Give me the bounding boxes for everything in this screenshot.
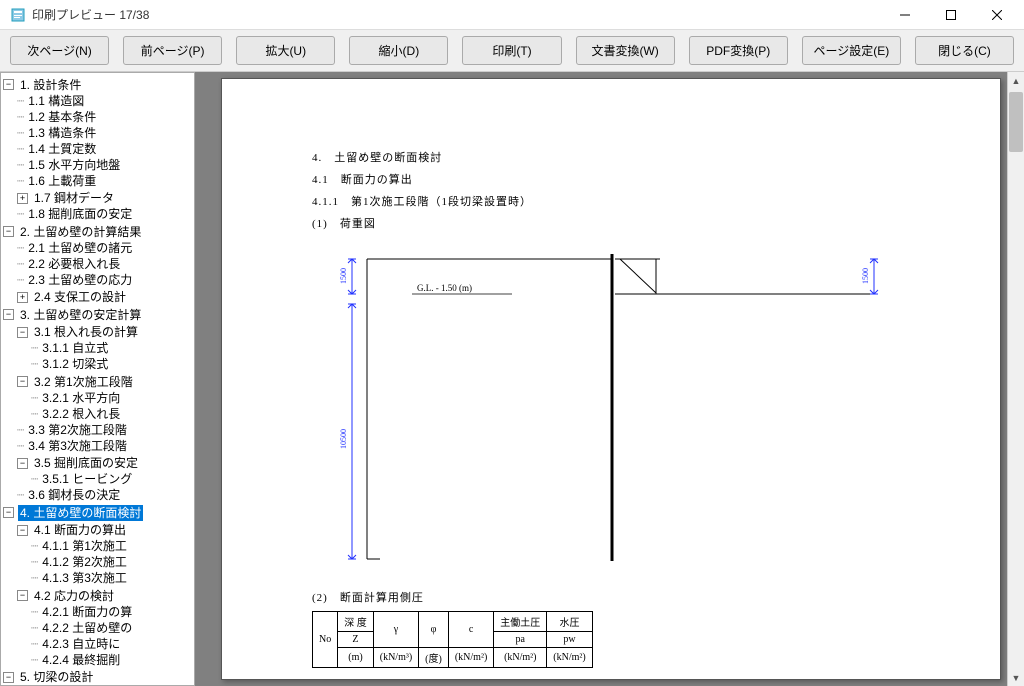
page-setup-button[interactable]: ページ設定(E)	[802, 36, 901, 65]
tree-toggle[interactable]: −	[3, 226, 14, 237]
tree-item[interactable]: 4.2 応力の検討	[32, 588, 116, 604]
scroll-up-icon[interactable]: ▲	[1008, 72, 1024, 89]
tree-item[interactable]: 3.5 掘削底面の安定	[32, 455, 140, 471]
th-active: 主働土圧	[494, 612, 547, 632]
tree-item[interactable]: 4.1.2 第2次施工	[40, 554, 129, 570]
scroll-thumb[interactable]	[1009, 92, 1023, 152]
tree-toggle[interactable]: +	[17, 292, 28, 303]
tree-item[interactable]: 1.7 鋼材データ	[32, 190, 116, 206]
tree-item[interactable]: 1.1 構造図	[26, 93, 86, 109]
heading-4-1-1: 4.1.1 第1次施工段階（1段切梁設置時）	[312, 193, 910, 209]
tree-item[interactable]: 1.3 構造条件	[26, 125, 98, 141]
tree-item[interactable]: 2.3 土留め壁の応力	[26, 272, 134, 288]
tree-item-selected[interactable]: 4. 土留め壁の断面検討	[18, 505, 143, 521]
tree-pane[interactable]: −1. 設計条件 ┈1.1 構造図 ┈1.2 基本条件 ┈1.3 構造条件 ┈1…	[0, 72, 195, 686]
th-water: 水圧	[547, 612, 592, 632]
app-icon	[10, 7, 26, 23]
svg-text:1500: 1500	[339, 268, 348, 284]
tree-toggle[interactable]: −	[3, 672, 14, 683]
tree-toggle[interactable]: −	[3, 309, 14, 320]
tree-item[interactable]: 3.2.2 根入れ長	[40, 406, 122, 422]
tree-toggle[interactable]: −	[3, 507, 14, 518]
tree-item[interactable]: 3.1.1 自立式	[40, 340, 110, 356]
tree-item[interactable]: 1.4 土質定数	[26, 141, 98, 157]
prev-page-button[interactable]: 前ページ(P)	[123, 36, 222, 65]
tree-item[interactable]: 3.6 鋼材長の決定	[26, 487, 122, 503]
th-depth: 深 度	[338, 612, 374, 632]
th-active-sym: pa	[494, 632, 547, 648]
tree-toggle[interactable]: −	[3, 79, 14, 90]
tree-toggle[interactable]: −	[17, 327, 28, 338]
tree-item[interactable]: 2.4 支保工の設計	[32, 289, 128, 305]
close-button[interactable]: 閉じる(C)	[915, 36, 1014, 65]
titlebar: 印刷プレビュー 17/38	[0, 0, 1024, 30]
th-active-unit: (kN/m²)	[494, 648, 547, 668]
tree-toggle[interactable]: −	[17, 376, 28, 387]
doc-convert-button[interactable]: 文書変換(W)	[576, 36, 675, 65]
zoom-out-button[interactable]: 縮小(D)	[349, 36, 448, 65]
next-page-button[interactable]: 次ページ(N)	[10, 36, 109, 65]
th-gamma: γ	[373, 612, 418, 648]
th-no: No	[313, 612, 338, 668]
tree-item[interactable]: 4.2.1 断面力の算	[40, 604, 134, 620]
zoom-in-button[interactable]: 拡大(U)	[236, 36, 335, 65]
svg-text:10500: 10500	[339, 429, 348, 449]
print-button[interactable]: 印刷(T)	[462, 36, 561, 65]
preview-pane: 4. 土留め壁の断面検討 4.1 断面力の算出 4.1.1 第1次施工段階（1段…	[195, 72, 1024, 686]
tree-item[interactable]: 2. 土留め壁の計算結果	[18, 224, 143, 240]
maximize-button[interactable]	[928, 0, 974, 30]
tree-item[interactable]: 1.6 上載荷重	[26, 173, 98, 189]
tree-item[interactable]: 4.1.1 第1次施工	[40, 538, 129, 554]
tree-item[interactable]: 4.1 断面力の算出	[32, 522, 128, 538]
tree-item[interactable]: 5. 切梁の設計	[18, 669, 95, 685]
heading-1: (1) 荷重図	[312, 215, 910, 231]
tree-item[interactable]: 1.8 掘削底面の安定	[26, 206, 134, 222]
tree-toggle[interactable]: −	[17, 458, 28, 469]
load-diagram: 1500	[312, 249, 910, 569]
tree-item[interactable]: 1.5 水平方向地盤	[26, 157, 122, 173]
th-phi-unit: (度)	[419, 648, 449, 668]
pdf-convert-button[interactable]: PDF変換(P)	[689, 36, 788, 65]
tree-item[interactable]: 3.1 根入れ長の計算	[32, 324, 140, 340]
vertical-scrollbar[interactable]: ▲ ▼	[1007, 72, 1024, 686]
tree-item[interactable]: 3.4 第3次施工段階	[26, 438, 129, 454]
tree-item[interactable]: 2.2 必要根入れ長	[26, 256, 122, 272]
heading-4: 4. 土留め壁の断面検討	[312, 149, 910, 165]
page-preview: 4. 土留め壁の断面検討 4.1 断面力の算出 4.1.1 第1次施工段階（1段…	[221, 78, 1001, 680]
toolbar: 次ページ(N) 前ページ(P) 拡大(U) 縮小(D) 印刷(T) 文書変換(W…	[0, 30, 1024, 72]
svg-text:G.L. - 1.50 (m): G.L. - 1.50 (m)	[417, 283, 472, 293]
heading-2: (2) 断面計算用側圧	[312, 589, 910, 605]
th-water-sym: pw	[547, 632, 592, 648]
svg-text:1500: 1500	[861, 268, 870, 284]
th-depth-sym: Z	[338, 632, 374, 648]
tree-item[interactable]: 1.2 基本条件	[26, 109, 98, 125]
tree-toggle[interactable]: −	[17, 590, 28, 601]
tree-toggle[interactable]: −	[17, 525, 28, 536]
th-c: c	[448, 612, 493, 648]
tree-item[interactable]: 1. 設計条件	[18, 77, 83, 93]
tree-item[interactable]: 4.2.2 土留め壁の	[40, 620, 134, 636]
window-title: 印刷プレビュー 17/38	[32, 6, 882, 23]
tree-item[interactable]: 3.2.1 水平方向	[40, 390, 122, 406]
th-gamma-unit: (kN/m³)	[373, 648, 418, 668]
close-window-button[interactable]	[974, 0, 1020, 30]
tree-item[interactable]: 3.3 第2次施工段階	[26, 422, 129, 438]
th-water-unit: (kN/m²)	[547, 648, 592, 668]
minimize-button[interactable]	[882, 0, 928, 30]
heading-4-1: 4.1 断面力の算出	[312, 171, 910, 187]
tree-item[interactable]: 4.1.3 第3次施工	[40, 570, 129, 586]
tree-toggle[interactable]: +	[17, 193, 28, 204]
th-c-unit: (kN/m²)	[448, 648, 493, 668]
th-depth-unit: (m)	[338, 648, 374, 668]
scroll-down-icon[interactable]: ▼	[1008, 669, 1024, 686]
tree-item[interactable]: 4.2.3 自立時に	[40, 636, 122, 652]
tree-item[interactable]: 3. 土留め壁の安定計算	[18, 307, 143, 323]
tree-item[interactable]: 3.1.2 切梁式	[40, 356, 110, 372]
lateral-pressure-table: No 深 度 γ φ c 主働土圧 水圧 Z pa pw (m) (kN/m³)…	[312, 611, 593, 668]
tree-item[interactable]: 3.2 第1次施工段階	[32, 374, 135, 390]
th-phi: φ	[419, 612, 449, 648]
tree-item[interactable]: 3.5.1 ヒービング	[40, 471, 134, 487]
tree-item[interactable]: 4.2.4 最終掘削	[40, 652, 122, 668]
tree-item[interactable]: 2.1 土留め壁の諸元	[26, 240, 134, 256]
